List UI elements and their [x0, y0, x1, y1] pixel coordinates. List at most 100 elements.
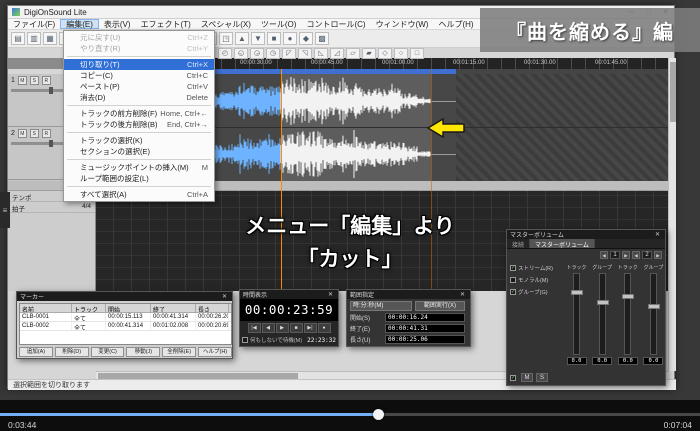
menu-item-loop-range[interactable]: ループ範囲の設定(L) [64, 173, 214, 184]
go-end-button[interactable]: ▶| [304, 323, 317, 333]
fader-handle[interactable] [597, 300, 609, 305]
menu-item-insert-music-point[interactable]: ミュージックポイントの挿入(M)M [64, 162, 214, 173]
fader-handle[interactable] [571, 290, 583, 295]
toolbar-icon[interactable]: ◇ [378, 48, 392, 59]
toolbar-icon[interactable]: ◴ [218, 48, 232, 59]
toolbar-icon[interactable]: ■ [267, 32, 281, 45]
mute-button[interactable]: M [521, 373, 533, 382]
help-button[interactable]: ヘルプ(H) [198, 347, 232, 357]
menubar-special[interactable]: スペシャル(X) [196, 19, 256, 29]
toolbar-icon[interactable]: ▼ [251, 32, 265, 45]
menubar-control[interactable]: コントロール(C) [301, 19, 370, 29]
volume-fader[interactable] [599, 273, 606, 355]
range-window: 範囲指定 ✕ 時:分:秒(M) 範囲実行(X) 開始(S) 00:00:16.2… [346, 289, 471, 347]
solo-button[interactable]: S [536, 373, 548, 382]
menu-item-select-all[interactable]: すべて選択(A)Ctrl+A [64, 189, 214, 200]
yellow-arrow-icon [425, 116, 467, 140]
stop-button[interactable]: ■ [290, 323, 303, 333]
volume-fader[interactable] [573, 273, 580, 355]
table-row[interactable]: CLB-0002 全て 00:00:41.314 00:01:02.008 00… [20, 322, 231, 331]
transport-controls: |◀ ◀ ▶ ■ ▶| ● [240, 321, 338, 334]
menu-item-paste[interactable]: ペースト(P)Ctrl+V [64, 81, 214, 92]
table-row[interactable]: CLB-0001 全て 00:00:15.113 00:00:41.314 00… [20, 313, 231, 322]
toolbar-icon[interactable]: ▲ [235, 32, 249, 45]
toolbar-icon[interactable]: ▤ [11, 32, 25, 45]
wait-checkbox[interactable] [242, 337, 248, 343]
fader-value: 0.0 [643, 357, 663, 365]
close-icon[interactable]: ✕ [220, 293, 229, 300]
group-checkbox[interactable]: ✓ [510, 289, 516, 295]
mixer-faders: トラック 0.0 グループ 0.0 トラック 0.0 [565, 264, 665, 365]
move-button[interactable]: 移動(J) [126, 347, 160, 357]
time-window-footer: 何もしないで待機(M) 22:23:32 [240, 334, 338, 346]
vertical-scrollbar-thumb[interactable] [670, 62, 676, 122]
close-icon[interactable]: ✕ [326, 291, 335, 298]
end-value-field[interactable]: 00:00:41.31 [385, 324, 465, 333]
toolbar-icon[interactable]: ◵ [234, 48, 248, 59]
menubar-tool[interactable]: ツール(O) [256, 19, 302, 29]
toolbar-icon[interactable]: ▥ [27, 32, 41, 45]
menubar-file[interactable]: ファイル(F) [8, 19, 60, 29]
seek-bar[interactable] [0, 413, 700, 416]
toolbar-icon[interactable]: ◿ [330, 48, 344, 59]
close-icon[interactable]: ✕ [458, 291, 467, 298]
fader-handle[interactable] [622, 294, 634, 299]
edit-menu-dropdown: 元に戻す(U)Ctrl+Z やり直す(R)Ctrl+Y 切り取り(T)Ctrl+… [63, 30, 215, 202]
solo-button[interactable]: S [30, 129, 39, 138]
add-button[interactable]: 追加(A) [19, 347, 53, 357]
mute-button[interactable]: M [18, 76, 27, 85]
menu-item-delete-back[interactable]: トラックの後方削除(B)End, Ctrl+→ [64, 119, 214, 130]
link-checkbox[interactable]: ✓ [510, 375, 516, 381]
solo-button[interactable]: S [30, 76, 39, 85]
menubar-effect[interactable]: エフェクト(T) [136, 19, 196, 29]
record-button[interactable]: ● [318, 323, 331, 333]
fader-handle[interactable] [648, 304, 660, 309]
toolbar-icon[interactable]: ▩ [315, 32, 329, 45]
mute-button[interactable]: M [18, 129, 27, 138]
toolbar-icon[interactable]: ◶ [250, 48, 264, 59]
toolbar-icon[interactable]: ◷ [266, 48, 280, 59]
menu-item-redo[interactable]: やり直す(R)Ctrl+Y [64, 43, 214, 54]
rewind-button[interactable]: ◀ [262, 323, 275, 333]
menubar-help[interactable]: ヘルプ(H) [433, 19, 478, 29]
mono-checkbox[interactable] [510, 277, 516, 283]
menubar-edit[interactable]: 編集(E) [60, 19, 99, 29]
menu-item-undo[interactable]: 元に戻す(U)Ctrl+Z [64, 32, 214, 43]
time-window-titlebar: 時間表示 ✕ [240, 290, 338, 299]
play-button[interactable]: ▶ [276, 323, 289, 333]
toolbar-icon[interactable]: ◺ [314, 48, 328, 59]
unit-select[interactable]: 時:分:秒(M) [350, 301, 412, 311]
toolbar-icon[interactable]: ◳ [219, 32, 233, 45]
volume-fader[interactable] [650, 273, 657, 355]
toolbar-icon[interactable]: ○ [394, 48, 408, 59]
ruler-label: 00:01:30.00 [524, 60, 556, 66]
delete-all-button[interactable]: 全削除(E) [162, 347, 196, 357]
toolbar-icon[interactable]: ▰ [362, 48, 376, 59]
menu-item-copy[interactable]: コピー(C)Ctrl+C [64, 70, 214, 81]
menubar-view[interactable]: 表示(V) [99, 19, 136, 29]
go-start-button[interactable]: |◀ [248, 323, 261, 333]
toolbar-icon[interactable]: ◆ [299, 32, 313, 45]
delete-button[interactable]: 削除(D) [55, 347, 89, 357]
start-value-field[interactable]: 00:00:16.24 [385, 313, 465, 322]
toolbar-icon[interactable]: ◹ [298, 48, 312, 59]
toolbar-icon[interactable]: □ [410, 48, 424, 59]
toolbar-icon[interactable]: ▱ [346, 48, 360, 59]
toolbar-icon[interactable]: ▦ [43, 32, 57, 45]
menubar-window[interactable]: ウィンドウ(W) [371, 19, 434, 29]
record-button[interactable]: R [42, 76, 51, 85]
record-button[interactable]: R [42, 129, 51, 138]
menu-item-delete-front[interactable]: トラックの前方削除(F)Home, Ctrl+← [64, 108, 214, 119]
toolbar-icon[interactable]: ● [283, 32, 297, 45]
seek-knob[interactable] [373, 409, 384, 420]
toolbar-icon[interactable]: ◸ [282, 48, 296, 59]
tempo-label: テンポ [12, 192, 32, 200]
menu-item-cut[interactable]: 切り取り(T)Ctrl+X [64, 59, 214, 70]
menu-item-select-track[interactable]: トラックの選択(K) [64, 135, 214, 146]
change-button[interactable]: 変更(C) [91, 347, 125, 357]
volume-fader[interactable] [624, 273, 631, 355]
menu-item-clear[interactable]: 消去(D)Delete [64, 92, 214, 103]
menu-item-select-section[interactable]: セクションの選択(E) [64, 146, 214, 157]
length-value-field[interactable]: 00:00:25.06 [385, 335, 465, 344]
range-run-button[interactable]: 範囲実行(X) [415, 301, 465, 311]
